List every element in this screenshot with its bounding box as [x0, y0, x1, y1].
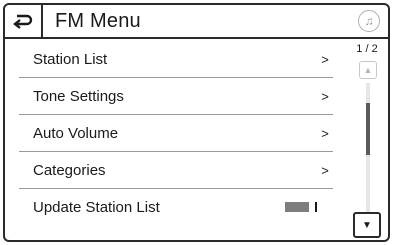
- page-indicator: 1 / 2: [356, 43, 378, 55]
- menu-item-label: Tone Settings: [33, 88, 124, 105]
- menu-item-label: Station List: [33, 51, 108, 68]
- chevron-right-icon: >: [321, 89, 329, 104]
- menu-item-categories[interactable]: Categories >: [19, 152, 333, 189]
- scroll-down-button[interactable]: ▼: [353, 212, 381, 238]
- menu-item-tone-settings[interactable]: Tone Settings >: [19, 78, 333, 115]
- scroll-up-button[interactable]: ▲: [359, 61, 377, 79]
- header-bar: FM Menu ♫: [5, 5, 388, 39]
- update-station-list-toggle[interactable]: [285, 200, 325, 214]
- back-arrow-icon: [13, 14, 33, 29]
- menu-item-label: Categories: [33, 162, 106, 179]
- music-note-icon[interactable]: ♫: [358, 10, 380, 32]
- menu-list: Station List > Tone Settings > Auto Volu…: [5, 41, 340, 240]
- chevron-right-icon: >: [321, 126, 329, 141]
- menu-item-auto-volume[interactable]: Auto Volume >: [19, 115, 333, 152]
- toggle-bar: [315, 202, 317, 212]
- menu-item-update-station-list[interactable]: Update Station List: [19, 189, 333, 226]
- back-button[interactable]: [5, 5, 43, 37]
- fm-menu-screen: FM Menu ♫ Station List > Tone Settings >…: [3, 3, 390, 242]
- page-title: FM Menu: [55, 9, 141, 32]
- chevron-right-icon: >: [321, 52, 329, 67]
- scrollbar[interactable]: 1 / 2 ▲ ▼: [349, 41, 385, 240]
- scroll-thumb[interactable]: [366, 103, 370, 155]
- chevron-right-icon: >: [321, 163, 329, 178]
- menu-item-label: Auto Volume: [33, 125, 119, 142]
- toggle-fill: [285, 202, 309, 212]
- menu-item-station-list[interactable]: Station List >: [19, 41, 333, 78]
